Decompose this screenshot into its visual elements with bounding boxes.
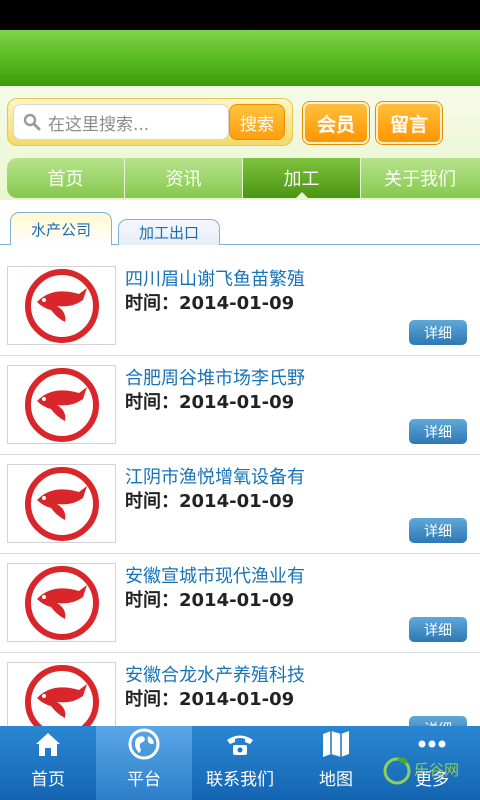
bottom-tab-label: 平台 xyxy=(127,770,161,790)
item-title[interactable]: 安徽宣城市现代渔业有 xyxy=(125,562,305,588)
item-time: 时间：2014-01-09 xyxy=(125,491,295,512)
nav-home[interactable]: 首页 xyxy=(7,158,125,198)
bottom-tab-label: 首页 xyxy=(31,770,65,790)
watermark-text: 乐谷网 xyxy=(414,760,460,779)
nav-news[interactable]: 资讯 xyxy=(125,158,243,198)
watermark: 乐谷网 xyxy=(382,748,472,792)
item-time: 时间：2014-01-09 xyxy=(125,293,295,314)
detail-button[interactable]: 详细 xyxy=(409,320,467,345)
search-icon xyxy=(20,110,44,134)
nav-about-us[interactable]: 关于我们 xyxy=(361,158,479,198)
main-nav: 首页 资讯 加工 关于我们 xyxy=(7,158,480,198)
message-button[interactable]: 留言 xyxy=(376,102,442,144)
detail-button[interactable]: 详细 xyxy=(409,518,467,543)
globe-icon xyxy=(126,727,162,761)
item-time: 时间：2014-01-09 xyxy=(125,392,295,413)
sub-tab-processing-export[interactable]: 加工出口 xyxy=(118,219,220,245)
nav-processing[interactable]: 加工 xyxy=(243,158,361,198)
list-item[interactable]: 江阴市渔悦增氧设备有 时间：2014-01-09 详细 xyxy=(0,456,480,554)
bottom-tab-label: 地图 xyxy=(319,770,353,790)
detail-button[interactable]: 详细 xyxy=(409,419,467,444)
item-title[interactable]: 合肥周谷堆市场李氏野 xyxy=(125,364,305,390)
fish-logo-icon xyxy=(7,266,116,345)
title-bar xyxy=(0,30,480,86)
list-item[interactable]: 四川眉山谢飞鱼苗繁殖 时间：2014-01-09 详细 xyxy=(0,258,480,356)
fish-logo-icon xyxy=(7,464,116,543)
list-item[interactable]: 合肥周谷堆市场李氏野 时间：2014-01-09 详细 xyxy=(0,357,480,455)
member-button[interactable]: 会员 xyxy=(303,102,369,144)
item-time: 时间：2014-01-09 xyxy=(125,689,295,710)
detail-button[interactable]: 详细 xyxy=(409,617,467,642)
bottom-tab-home[interactable]: 首页 xyxy=(0,726,96,800)
fish-logo-icon xyxy=(7,365,116,444)
item-time: 时间：2014-01-09 xyxy=(125,590,295,611)
watermark-logo-icon xyxy=(383,757,411,785)
item-title[interactable]: 江阴市渔悦增氧设备有 xyxy=(125,463,305,489)
bottom-tab-label: 联系我们 xyxy=(206,770,274,790)
phone-icon xyxy=(222,727,258,761)
home-icon xyxy=(30,727,66,761)
map-icon xyxy=(318,727,354,761)
list-item[interactable]: 安徽宣城市现代渔业有 时间：2014-01-09 详细 xyxy=(0,555,480,653)
fish-logo-icon xyxy=(7,563,116,642)
bottom-tab-contact[interactable]: 联系我们 xyxy=(192,726,288,800)
bottom-tab-map[interactable]: 地图 xyxy=(288,726,384,800)
search-placeholder: 在这里搜索... xyxy=(48,114,150,135)
sub-tab-aquatic-company[interactable]: 水产公司 xyxy=(10,212,112,245)
status-bar xyxy=(0,0,480,30)
item-title[interactable]: 安徽合龙水产养殖科技 xyxy=(125,661,305,687)
bottom-tab-platform[interactable]: 平台 xyxy=(96,726,192,800)
item-title[interactable]: 四川眉山谢飞鱼苗繁殖 xyxy=(125,265,305,291)
search-input[interactable]: 在这里搜索... xyxy=(13,104,229,140)
search-button[interactable]: 搜索 xyxy=(229,104,285,140)
